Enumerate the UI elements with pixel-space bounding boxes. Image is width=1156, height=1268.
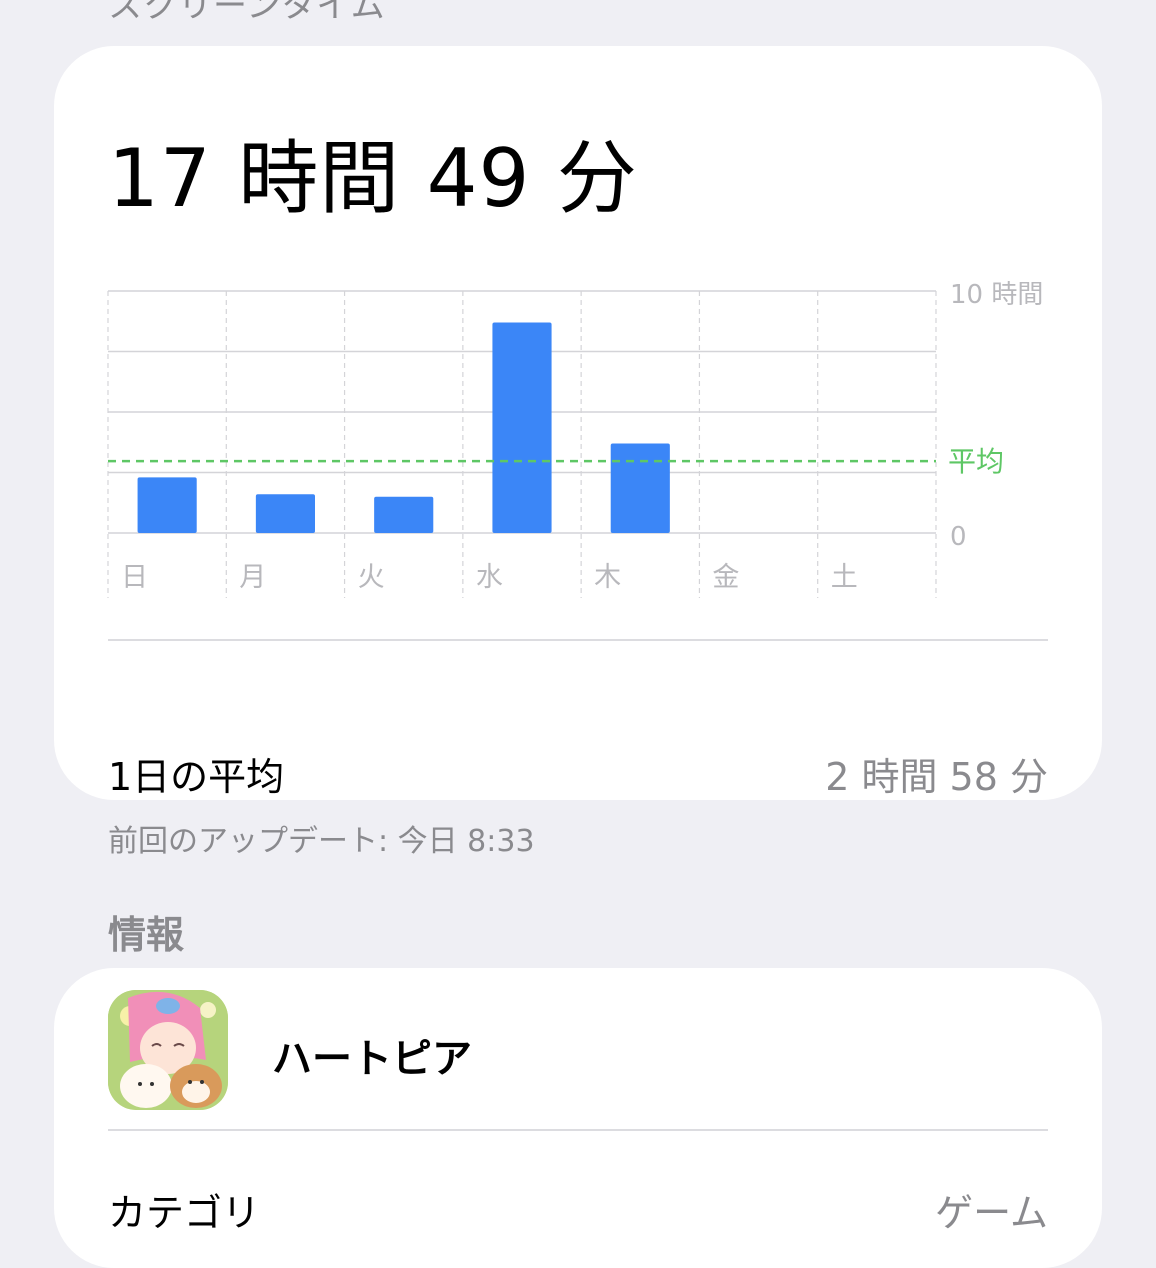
screen-time-summary-card[interactable]: 17 時間 49 分 10 時間 0 平均日月火水木金土 1日の平均 2 時間 58… [54, 46, 1102, 800]
chart-bar [610, 443, 670, 533]
day-label: 月 [239, 562, 266, 593]
chart-bar [374, 496, 434, 533]
day-label: 水 [476, 562, 503, 593]
average-label: 平均 [948, 445, 1004, 478]
y-tick-label: 10 時間 [950, 280, 1043, 310]
daily-average-value: 2 時間 58 分 [825, 755, 1048, 799]
app-name: ハートピア [272, 1036, 472, 1082]
day-label: 金 [712, 562, 739, 593]
day-label: 土 [831, 562, 858, 593]
info-divider [108, 1129, 1048, 1131]
screen-time-title: スクリーンタイム [108, 0, 386, 26]
category-label: カテゴリ [108, 1191, 261, 1235]
day-label: 火 [358, 562, 385, 593]
summary-divider [108, 639, 1048, 641]
daily-average-label: 1日の平均 [108, 755, 285, 799]
chart-bar [137, 477, 197, 533]
info-section-title: 情報 [108, 913, 185, 957]
heartopia-app-icon [108, 990, 228, 1110]
last-updated-text: 前回のアップデート: 今日 8:33 [108, 824, 535, 859]
weekly-usage-chart[interactable]: 10 時間 0 平均日 月 火 水 木 金 土 [54, 46, 1102, 666]
info-card: ハートピア カテゴリ ゲーム [54, 968, 1102, 1268]
chart-bar [255, 494, 315, 533]
y-tick-label: 0 [950, 522, 967, 552]
category-value: ゲーム [935, 1191, 1048, 1235]
day-label: 日 [121, 562, 148, 593]
day-label: 木 [594, 562, 621, 593]
chart-bar [492, 322, 552, 533]
